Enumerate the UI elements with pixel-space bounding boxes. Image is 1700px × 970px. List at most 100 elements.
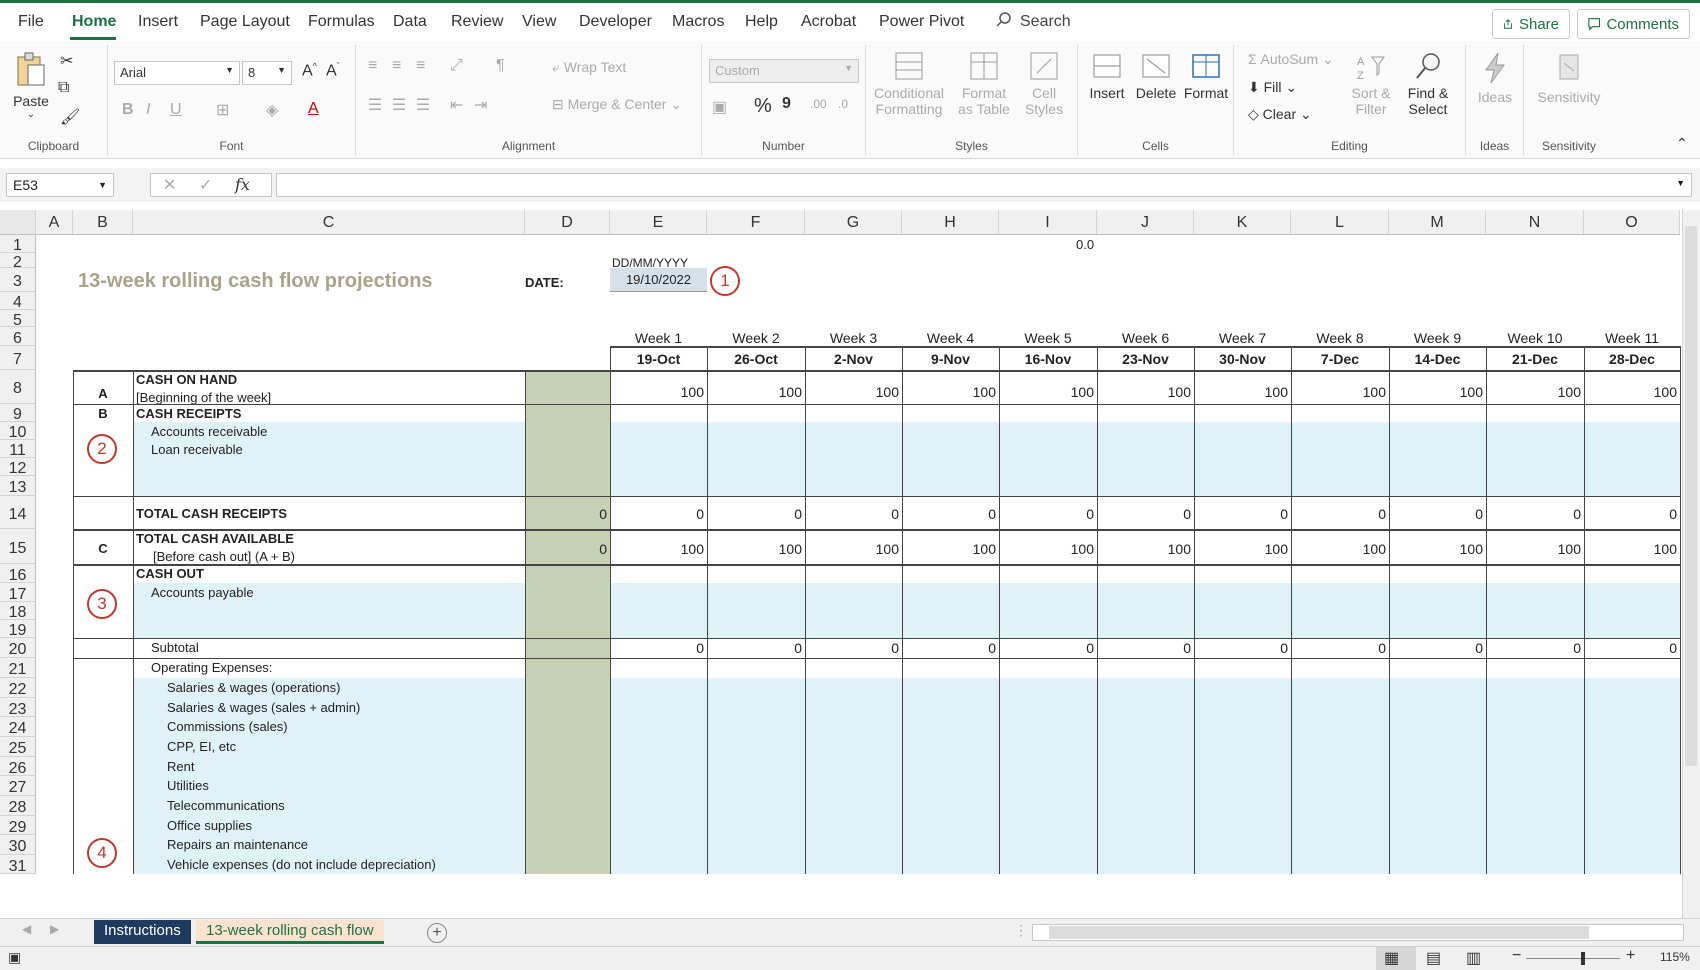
total-receipts-d-value[interactable]: 0 [525,506,607,522]
row-header-20[interactable]: 20 [0,638,36,658]
horizontal-scrollbar[interactable] [1032,924,1684,941]
column-header-j[interactable]: J [1097,210,1194,235]
font-color-icon[interactable]: A [308,100,319,118]
subtotal-value[interactable]: 0 [1194,640,1288,656]
zoom-slider[interactable] [1526,958,1620,959]
row-header-29[interactable]: 29 [0,816,36,836]
search-box[interactable]: Search [996,12,1071,31]
add-sheet-button[interactable]: + [427,923,447,943]
share-button[interactable]: Share [1492,9,1570,39]
zoom-out-icon[interactable]: − [1512,947,1521,965]
total-available-value[interactable]: 100 [1486,541,1581,557]
orientation-icon[interactable]: ⤢ [450,57,463,75]
cash-on-hand-value[interactable]: 100 [707,384,802,400]
subtotal-value[interactable]: 0 [610,640,704,656]
italic-button[interactable]: I [146,101,150,119]
column-header-n[interactable]: N [1486,210,1584,235]
row-header-26[interactable]: 26 [0,757,36,777]
column-header-l[interactable]: L [1291,210,1389,235]
menu-help[interactable]: Help [745,13,778,31]
align-middle-icon[interactable]: ≡ [392,57,401,75]
total-receipts-value[interactable]: 0 [610,506,704,522]
row-header-24[interactable]: 24 [0,717,36,737]
find-select-button[interactable]: Find & Select [1400,51,1456,117]
cash-on-hand-value[interactable]: 100 [805,384,899,400]
align-top-icon[interactable]: ≡ [368,57,377,75]
insert-cells-button[interactable]: Insert [1086,51,1128,101]
cash-on-hand-value[interactable]: 100 [1291,384,1386,400]
font-name-select[interactable]: Arial ▼ [114,61,240,85]
row-header-12[interactable]: 12 [0,458,36,477]
row-header-1[interactable]: 1 [0,235,36,254]
cash-on-hand-value[interactable]: 100 [1389,384,1483,400]
underline-button[interactable]: U [170,101,182,119]
cash-on-hand-value[interactable]: 100 [1194,384,1288,400]
column-header-f[interactable]: F [707,210,805,235]
paste-button[interactable]: Paste ⌄ [10,51,52,120]
menu-insert[interactable]: Insert [138,13,178,31]
menu-review[interactable]: Review [451,13,503,31]
column-header-i[interactable]: I [999,210,1097,235]
column-header-b[interactable]: B [73,210,133,235]
row-header-17[interactable]: 17 [0,583,36,603]
total-receipts-value[interactable]: 0 [805,506,899,522]
tab-cash-flow[interactable]: 13-week rolling cash flow [196,920,384,944]
date-input[interactable]: 19/10/2022 [610,268,707,292]
autosum-button[interactable]: Σ AutoSum ⌄ [1248,51,1334,68]
row-header-7[interactable]: 7 [0,346,36,370]
total-receipts-value[interactable]: 0 [1291,506,1386,522]
total-available-value[interactable]: 100 [1291,541,1386,557]
page-layout-view-icon[interactable]: ▤ [1426,948,1441,968]
row-header-21[interactable]: 21 [0,658,36,678]
menu-home[interactable]: Home [72,13,116,31]
scroll-right-icon[interactable]: ▶ [50,922,59,936]
number-format-select[interactable]: Custom ▼ [709,59,859,83]
column-header-m[interactable]: M [1389,210,1486,235]
insert-function-button[interactable]: fx [235,175,250,194]
increase-font-icon[interactable]: A^ [302,61,317,80]
row-header-15[interactable]: 15 [0,529,36,564]
wrap-text-button[interactable]: ⤶ Wrap Text [552,59,626,76]
total-available-value[interactable]: 100 [1584,541,1677,557]
align-left-icon[interactable]: ☰ [368,95,382,115]
total-available-value[interactable]: 100 [610,541,704,557]
total-available-value[interactable]: 100 [805,541,899,557]
row-header-4[interactable]: 4 [0,292,36,311]
zoom-level[interactable]: 115% [1660,950,1690,964]
menu-data[interactable]: Data [393,13,427,31]
row-header-28[interactable]: 28 [0,796,36,816]
column-header-c[interactable]: C [133,210,525,235]
total-receipts-value[interactable]: 0 [902,506,996,522]
row-header-30[interactable]: 30 [0,835,36,855]
subtotal-value[interactable]: 0 [1291,640,1386,656]
sort-filter-button[interactable]: AZ Sort & Filter [1346,51,1396,117]
cell-styles-button[interactable]: Cell Styles [1018,51,1070,117]
subtotal-value[interactable]: 0 [1584,640,1677,656]
increase-decimal-icon[interactable]: .00 [810,97,827,111]
cash-on-hand-value[interactable]: 100 [1486,384,1581,400]
row-header-8[interactable]: 8 [0,370,36,404]
menu-power-pivot[interactable]: Power Pivot [879,13,964,31]
total-receipts-value[interactable]: 0 [707,506,802,522]
cash-on-hand-value[interactable]: 100 [1097,384,1191,400]
total-available-value[interactable]: 100 [707,541,802,557]
fill-button[interactable]: ⬇ Fill ⌄ [1248,79,1297,96]
merge-center-button[interactable]: ⊟ Merge & Center ⌄ [552,96,682,113]
total-available-value[interactable]: 100 [999,541,1094,557]
cash-on-hand-value[interactable]: 100 [610,384,704,400]
macro-record-icon[interactable]: ▣ [8,949,21,966]
align-center-icon[interactable]: ☰ [392,95,406,115]
cash-on-hand-value[interactable]: 100 [1584,384,1677,400]
row-header-25[interactable]: 25 [0,737,36,757]
total-available-value[interactable]: 100 [1194,541,1288,557]
clear-button[interactable]: ◇ Clear ⌄ [1248,106,1312,123]
enter-icon[interactable]: ✓ [199,175,212,195]
collapse-ribbon-icon[interactable]: ⌃ [1676,135,1688,152]
row-header-9[interactable]: 9 [0,404,36,423]
row-header-10[interactable]: 10 [0,422,36,441]
menu-formulas[interactable]: Formulas [308,13,375,31]
menu-page-layout[interactable]: Page Layout [200,13,290,31]
row-header-31[interactable]: 31 [0,855,36,875]
bold-button[interactable]: B [122,101,134,119]
zoom-slider-thumb[interactable] [1581,952,1585,965]
